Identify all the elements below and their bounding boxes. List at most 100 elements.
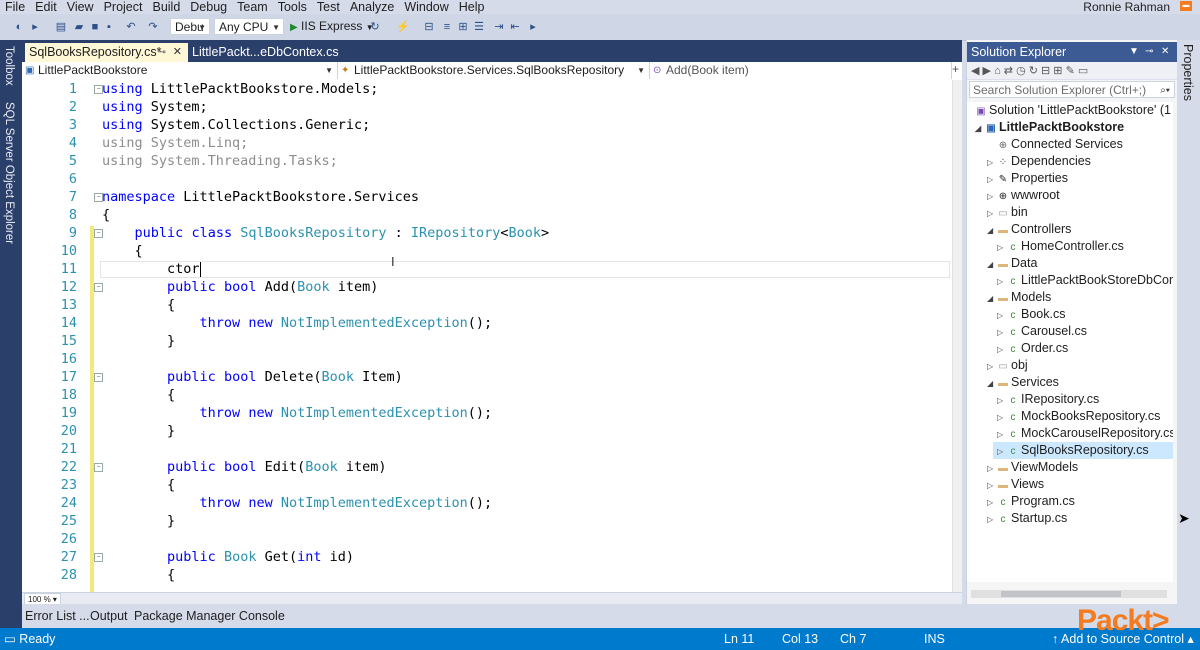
tab-sqlbooksrepository[interactable]: SqlBooksRepository.cs* ⊸ ✕ xyxy=(25,43,188,62)
collapsed-icon[interactable]: ▷ xyxy=(997,307,1007,324)
menu-file[interactable]: File xyxy=(0,0,30,14)
expanded-icon[interactable]: ◢ xyxy=(975,120,985,137)
tree-node-models[interactable]: ◢ ▬ Models xyxy=(987,289,1051,306)
outdent-icon[interactable]: ⇤ xyxy=(508,20,522,34)
format-icon[interactable]: ≡ xyxy=(440,20,454,34)
tree-node-controllers[interactable]: ◢ ▬ Controllers xyxy=(987,221,1071,238)
home-icon[interactable]: ⌂ xyxy=(994,65,1001,77)
collapsed-icon[interactable]: ▷ xyxy=(997,341,1007,358)
scrollbar-thumb[interactable] xyxy=(1001,591,1121,597)
sql-server-object-explorer-tab[interactable]: SQL Server Object Explorer xyxy=(3,102,15,244)
collapsed-icon[interactable]: ▷ xyxy=(987,154,997,171)
tab-output[interactable]: Output xyxy=(90,608,128,624)
save-icon[interactable]: ■ xyxy=(88,20,102,34)
collapsed-icon[interactable]: ▷ xyxy=(987,494,997,511)
split-icon[interactable]: + xyxy=(952,62,959,76)
user-avatar-icon[interactable]: ▬ xyxy=(1180,1,1192,11)
menu-project[interactable]: Project xyxy=(99,0,148,14)
open-file-icon[interactable]: ▰ xyxy=(72,20,86,34)
configuration-select[interactable]: Debu ▼ xyxy=(170,18,210,35)
expanded-icon[interactable]: ◢ xyxy=(987,222,997,239)
collapsed-icon[interactable]: ▷ xyxy=(987,460,997,477)
dropdown-icon[interactable]: ▼ xyxy=(1129,42,1139,62)
sync-icon[interactable]: ⇄ xyxy=(1004,65,1013,77)
tree-node-project[interactable]: ◢ ▣ LittlePacktBookstore xyxy=(975,119,1124,136)
project-dropdown[interactable]: ▣ LittlePacktBookstore ▼ xyxy=(22,62,338,79)
step-icon[interactable]: ⊟ xyxy=(422,20,436,34)
new-project-icon[interactable]: ▤ xyxy=(54,20,68,34)
collapsed-icon[interactable]: ▷ xyxy=(987,477,997,494)
collapsed-icon[interactable]: ▷ xyxy=(987,188,997,205)
tree-node-services[interactable]: ◢ ▬ Services xyxy=(987,374,1059,391)
collapsed-icon[interactable]: ▷ xyxy=(997,239,1007,256)
menu-team[interactable]: Team xyxy=(232,0,273,14)
menu-help[interactable]: Help xyxy=(454,0,490,14)
menu-test[interactable]: Test xyxy=(312,0,345,14)
tab-dbcontext[interactable]: LittlePackt...eDbContex.cs xyxy=(188,43,358,62)
collapsed-icon[interactable]: ▷ xyxy=(997,392,1007,409)
vertical-scrollbar[interactable] xyxy=(952,80,962,592)
pin-icon[interactable]: ⊸ xyxy=(1145,42,1153,62)
save-all-icon[interactable]: ▪ xyxy=(102,20,116,34)
show-all-files-icon[interactable]: ⊞ xyxy=(1053,65,1062,77)
tree-node-solution[interactable]: ▣ Solution 'LittlePacktBookstore' (1 pr xyxy=(975,102,1173,119)
tree-node-data[interactable]: ◢ ▬ Data xyxy=(987,255,1037,272)
back-icon[interactable]: ◐ xyxy=(12,20,26,34)
close-icon[interactable]: ✕ xyxy=(173,43,182,62)
collapsed-icon[interactable]: ▷ xyxy=(987,205,997,222)
tree-node-order[interactable]: ▷ c Order.cs xyxy=(997,340,1068,357)
tree-node-bin[interactable]: ▷ ▭ bin xyxy=(987,204,1028,221)
pin-icon[interactable]: ⊸ xyxy=(158,43,166,62)
collapsed-icon[interactable]: ▷ xyxy=(987,358,997,375)
properties-icon[interactable]: ✎ xyxy=(1066,65,1075,77)
bookmark-icon[interactable]: ⊞ xyxy=(456,20,470,34)
tree-node-carousel[interactable]: ▷ c Carousel.cs xyxy=(997,323,1087,340)
tree-node-properties[interactable]: ▷ ✎ Properties xyxy=(987,170,1068,187)
expanded-icon[interactable]: ◢ xyxy=(987,256,997,273)
platform-select[interactable]: Any CPU ▼ xyxy=(214,18,284,35)
back-icon[interactable]: ◀ xyxy=(971,65,979,77)
tree-node-views[interactable]: ▷ ▬ Views xyxy=(987,476,1044,493)
menu-window[interactable]: Window xyxy=(399,0,453,14)
tree-node-sqlbooksrepository[interactable]: ▷ c SqlBooksRepository.cs xyxy=(993,442,1173,459)
tree-node-irepository[interactable]: ▷ c IRepository.cs xyxy=(997,391,1099,408)
tree-node-program[interactable]: ▷ c Program.cs xyxy=(987,493,1075,510)
menu-view[interactable]: View xyxy=(62,0,99,14)
indent-icon[interactable]: ⇥ xyxy=(492,20,506,34)
type-dropdown[interactable]: ✦ LittlePacktBookstore.Services.SqlBooksR… xyxy=(338,62,650,79)
tree-node-obj[interactable]: ▷ ▭ obj xyxy=(987,357,1028,374)
toolbox-tab[interactable]: Toolbox xyxy=(3,46,15,86)
collapsed-icon[interactable]: ▷ xyxy=(987,511,997,528)
tree-node-mockbooksrepository[interactable]: ▷ c MockBooksRepository.cs xyxy=(997,408,1160,425)
user-name[interactable]: Ronnie Rahman xyxy=(1083,0,1170,14)
collapse-all-icon[interactable]: ⊟ xyxy=(1041,65,1050,77)
menu-debug[interactable]: Debug xyxy=(185,0,232,14)
browser-link-icon[interactable]: ⚡ xyxy=(396,20,410,34)
tree-node-startup[interactable]: ▷ c Startup.cs xyxy=(987,510,1067,527)
collapsed-icon[interactable]: ▷ xyxy=(997,409,1007,426)
tree-node-mockcarouselrepository[interactable]: ▷ c MockCarouselRepository.cs xyxy=(997,425,1173,442)
redo-icon[interactable]: ↷ xyxy=(146,20,160,34)
refresh-icon[interactable]: ↻ xyxy=(368,20,382,34)
tab-package-manager-console[interactable]: Package Manager Console xyxy=(134,608,285,624)
refresh-icon[interactable]: ↻ xyxy=(1029,65,1038,77)
search-icon[interactable]: ⌕▾ xyxy=(1160,82,1170,99)
tree-node-book[interactable]: ▷ c Book.cs xyxy=(997,306,1065,323)
run-button[interactable]: ▶ IIS Express ▼ xyxy=(290,18,374,35)
solution-explorer-search[interactable]: Search Solution Explorer (Ctrl+;) ⌕▾ xyxy=(969,81,1175,98)
undo-icon[interactable]: ↶ xyxy=(124,20,138,34)
expanded-icon[interactable]: ◢ xyxy=(987,290,997,307)
tree-node-connected-services[interactable]: ⊕ Connected Services xyxy=(997,136,1123,153)
menu-tools[interactable]: Tools xyxy=(273,0,312,14)
code-editor[interactable]: 1 2 3 4 5 6 7 8 9 10 11 12 13 14 15 16 1… xyxy=(22,80,962,592)
forward-icon[interactable]: ▸ xyxy=(28,20,42,34)
tree-node-dbcontext[interactable]: ▷ c LittlePacktBookStoreDbConte xyxy=(997,272,1173,289)
preview-icon[interactable]: ▭ xyxy=(1078,65,1088,77)
close-icon[interactable]: ✕ xyxy=(1161,42,1169,62)
collapsed-icon[interactable]: ▷ xyxy=(997,426,1007,443)
collapsed-icon[interactable]: ▷ xyxy=(997,273,1007,290)
pending-changes-icon[interactable]: ◷ xyxy=(1016,65,1026,77)
more-icon[interactable]: ▸ xyxy=(526,20,540,34)
collapsed-icon[interactable]: ▷ xyxy=(997,324,1007,341)
collapsed-icon[interactable]: ▷ xyxy=(997,443,1007,460)
